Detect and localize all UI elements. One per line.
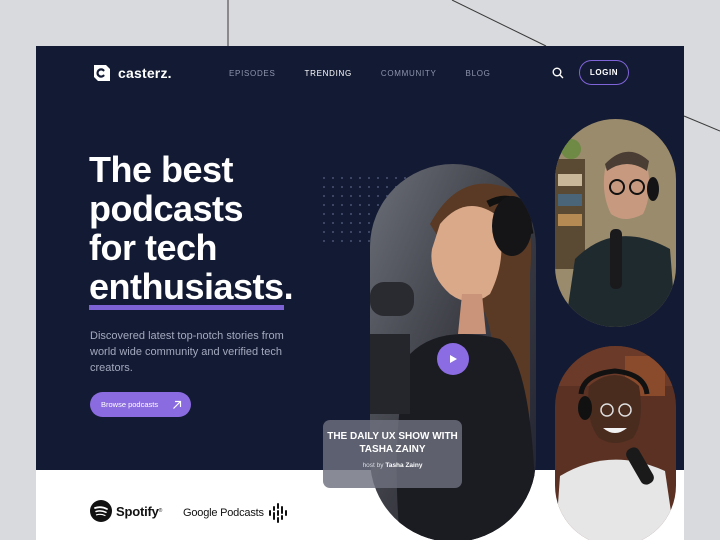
hero-title-line-3: for tech — [89, 227, 218, 268]
spotify-logo[interactable]: Spotify ® — [90, 500, 162, 522]
featured-show-host: host by Tasha Zainy — [323, 462, 462, 469]
landing-page: casterz. EPISODES TRENDING COMMUNITY BLO… — [36, 46, 684, 540]
hero-title-line-1: The best — [89, 149, 234, 190]
google-podcasts-wordmark: Google Podcasts — [183, 507, 264, 519]
nav-item-episodes[interactable]: EPISODES — [229, 69, 276, 78]
host-photo-top — [555, 119, 676, 327]
login-button[interactable]: LOGIN — [579, 60, 629, 85]
nav-item-community[interactable]: COMMUNITY — [381, 69, 437, 78]
brand-logo[interactable]: casterz. — [90, 62, 172, 84]
logo-mark-icon — [94, 65, 110, 81]
spotify-icon — [90, 500, 112, 522]
host-photo-bottom — [555, 346, 676, 540]
hero-description: Discovered latest top-notch stories from… — [90, 330, 284, 374]
host-prefix: host by — [362, 462, 384, 469]
google-podcasts-logo[interactable]: Google Podcasts — [183, 503, 288, 523]
arrow-up-right-icon — [173, 400, 182, 409]
nav-item-trending[interactable]: TRENDING — [305, 69, 352, 78]
play-icon — [450, 355, 457, 363]
google-podcasts-icon — [268, 503, 287, 523]
brand-name: casterz. — [118, 65, 172, 81]
host-name: Tasha Zainy — [385, 462, 423, 469]
hero-title-highlight: enthusiasts — [89, 269, 284, 310]
main-nav: EPISODES TRENDING COMMUNITY BLOG — [229, 69, 520, 78]
hero-title-period: . — [283, 266, 294, 307]
spotify-registered-mark: ® — [158, 508, 163, 514]
featured-show-title: THE DAILY UX SHOW WITH TASHA ZAINY — [327, 431, 458, 455]
browse-podcasts-button[interactable]: Browse podcasts — [90, 392, 191, 417]
spotify-wordmark: Spotify — [116, 503, 159, 519]
play-button[interactable] — [437, 343, 469, 375]
hero-title-line-2: podcasts — [89, 188, 244, 229]
featured-show-card[interactable]: THE DAILY UX SHOW WITH TASHA ZAINY host … — [323, 420, 462, 488]
browse-podcasts-label: Browse podcasts — [101, 400, 159, 409]
nav-item-blog[interactable]: BLOG — [466, 69, 491, 78]
search-icon[interactable] — [551, 66, 565, 80]
